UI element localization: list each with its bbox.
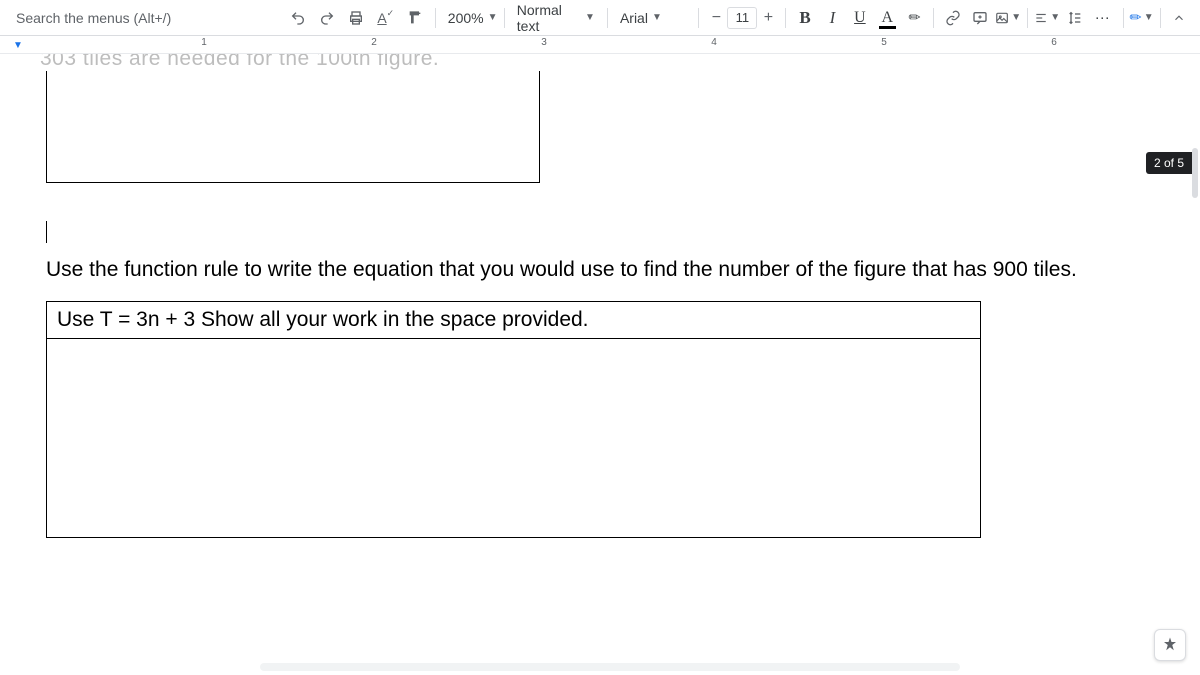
- question-prompt[interactable]: Use the function rule to write the equat…: [46, 254, 1100, 287]
- answer-box[interactable]: Use T = 3n + 3 Show all your work in the…: [46, 301, 981, 538]
- align-button[interactable]: ▼: [1034, 5, 1060, 31]
- font-dropdown[interactable]: Arial ▼: [614, 5, 692, 31]
- underline-button[interactable]: U: [847, 5, 872, 31]
- toolbar: A✓ 200% ▼ Normal text ▼ Arial ▼ − + B I U A…: [0, 0, 1200, 36]
- spellcheck-button[interactable]: A✓: [372, 4, 399, 32]
- page-count-badge: 2 of 5: [1146, 152, 1192, 174]
- answer-box-header[interactable]: Use T = 3n + 3 Show all your work in the…: [47, 302, 980, 339]
- text-color-button[interactable]: A: [875, 5, 900, 31]
- ruler-mark: 4: [711, 37, 717, 48]
- redo-button[interactable]: [313, 4, 340, 32]
- document-area[interactable]: 303 tiles are needed for the 100th figur…: [0, 54, 1200, 675]
- print-button[interactable]: [343, 4, 370, 32]
- increase-font-button[interactable]: +: [757, 7, 779, 29]
- separator: [1160, 8, 1161, 28]
- caret-icon: ▼: [585, 12, 595, 23]
- separator: [1123, 8, 1124, 28]
- separator: [933, 8, 934, 28]
- line-spacing-button[interactable]: [1062, 5, 1087, 31]
- ruler-mark: 2: [371, 37, 377, 48]
- ruler-mark: 1: [201, 37, 207, 48]
- style-dropdown[interactable]: Normal text ▼: [511, 5, 601, 31]
- hide-menus-button[interactable]: [1167, 5, 1192, 31]
- separator: [785, 8, 786, 28]
- ruler[interactable]: ▼ 1 2 3 4 5 6: [0, 36, 1200, 54]
- caret-icon: ▼: [1144, 12, 1154, 23]
- caret-icon: ▼: [652, 12, 662, 23]
- explore-button[interactable]: [1154, 629, 1186, 661]
- text-cursor: [46, 221, 47, 243]
- highlight-button[interactable]: ✎: [902, 5, 927, 31]
- insert-link-button[interactable]: [940, 5, 965, 31]
- partial-prev-answer: 303 tiles are needed for the 100th figur…: [40, 54, 1160, 69]
- separator: [698, 8, 699, 28]
- paint-format-button[interactable]: [401, 4, 428, 32]
- font-size-control: − +: [705, 7, 779, 29]
- ruler-mark: 6: [1051, 37, 1057, 48]
- horizontal-scrollbar[interactable]: [260, 663, 960, 671]
- zoom-dropdown[interactable]: 200% ▼: [442, 5, 498, 31]
- separator: [504, 8, 505, 28]
- ruler-mark: 5: [881, 37, 887, 48]
- add-comment-button[interactable]: [968, 5, 993, 31]
- italic-button[interactable]: I: [820, 5, 845, 31]
- decrease-font-button[interactable]: −: [705, 7, 727, 29]
- style-value: Normal text: [517, 2, 581, 34]
- pen-icon: ✎: [1126, 7, 1146, 27]
- font-value: Arial: [620, 10, 648, 26]
- ruler-mark: 3: [541, 37, 547, 48]
- bold-button[interactable]: B: [792, 5, 817, 31]
- caret-icon: ▼: [488, 12, 498, 23]
- zoom-value: 200%: [448, 10, 484, 26]
- answer-box-body[interactable]: [47, 339, 980, 537]
- vertical-scrollbar[interactable]: [1192, 148, 1198, 198]
- separator: [607, 8, 608, 28]
- answer-box-previous[interactable]: [46, 71, 540, 183]
- separator: [435, 8, 436, 28]
- font-size-input[interactable]: [727, 7, 757, 29]
- more-button[interactable]: ···: [1090, 5, 1115, 31]
- outline-toggle[interactable]: ▼: [0, 36, 36, 54]
- undo-button[interactable]: [284, 4, 311, 32]
- outline-arrow-icon: ▼: [13, 40, 23, 51]
- editing-mode-dropdown[interactable]: ✎▼: [1130, 9, 1154, 26]
- insert-image-button[interactable]: ▼: [995, 5, 1021, 31]
- search-input[interactable]: [8, 5, 282, 31]
- separator: [1027, 8, 1028, 28]
- ruler-track[interactable]: 1 2 3 4 5 6: [36, 36, 1200, 54]
- page-content[interactable]: 303 tiles are needed for the 100th figur…: [0, 54, 1200, 538]
